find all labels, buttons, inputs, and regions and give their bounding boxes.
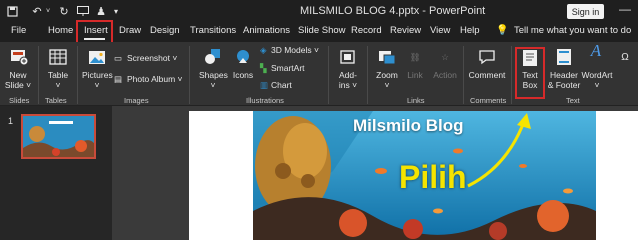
addins-button[interactable]: Add- ins ˅ [334,70,362,90]
group-label-tables: Tables [45,96,67,105]
tab-transitions[interactable]: Transitions [190,25,236,36]
title-bar: ↶ ˅ ↻ ♟ ▾ MILSMILO BLOG 4.pptx - PowerPo… [0,0,638,22]
chart-icon: ▥ [260,80,269,90]
table-icon [48,48,68,68]
zoom-dropdown-label: ˅ [384,80,390,90]
comment-icon [477,48,497,68]
3d-models-button[interactable]: 3D Models ˅ [271,45,319,55]
action-button[interactable]: Action [430,70,460,80]
minimize-button[interactable]: — [619,2,631,16]
screenshot-button[interactable]: Screenshot ˅ [127,53,177,63]
group-label-comments: Comments [470,96,507,105]
shapes-dropdown-label: ˅ [210,80,216,90]
tab-file[interactable]: File [11,25,26,36]
smartart-icon: ▚ [260,63,267,73]
slide-callout-text[interactable]: Pilih [399,159,467,196]
group-separator [463,46,464,104]
group-label-slides: Slides [9,96,30,105]
group-separator [77,46,78,104]
accessibility-icon[interactable]: ♟ [94,0,108,22]
tab-record[interactable]: Record [351,25,382,36]
smartart-button[interactable]: SmartArt [271,63,305,73]
lightbulb-icon: 💡 [496,25,509,36]
zoom-label: Zoom [376,70,398,80]
header-footer-icon [555,48,573,68]
group-separator [367,46,368,104]
group-separator [511,46,512,104]
tab-view[interactable]: View [430,25,450,36]
wordart-label: WordArt [581,70,613,80]
text-box-highlight [515,47,545,99]
screenshot-icon: ▭ [114,53,123,63]
new-slide-button[interactable]: New Slide ˅ [2,70,34,90]
comment-button[interactable]: Comment [466,70,508,80]
undo-icon[interactable]: ↶ [30,0,44,22]
thumbnail-reef-image [23,116,94,157]
tell-me-search[interactable]: Tell me what you want to do [514,25,631,36]
tab-review[interactable]: Review [390,25,421,36]
group-label-images: Images [124,96,149,105]
redo-icon[interactable]: ↻ [57,0,71,22]
group-separator [38,46,39,104]
link-button[interactable]: Link [403,70,427,80]
zoom-button[interactable]: Zoom ˅ [372,70,402,90]
tab-help[interactable]: Help [460,25,480,36]
new-slide-icon [8,48,30,68]
equation-icon[interactable]: Ω [617,53,633,63]
table-button[interactable]: Table ˅ [44,70,72,90]
tab-animations[interactable]: Animations [243,25,290,36]
photo-album-button[interactable]: Photo Album ˅ [127,74,183,84]
document-title: MILSMILO BLOG 4.pptx - PowerPoint [300,5,486,17]
icons-icon [233,48,253,68]
addins-label-1: Add- [339,70,357,80]
present-from-beginning-icon[interactable] [76,0,90,22]
wordart-button[interactable]: WordArt ˅ [580,70,614,90]
slide-thumbnail[interactable] [21,114,96,159]
shapes-label: Shapes [199,70,228,80]
addins-icon [338,48,358,68]
pictures-button[interactable]: Pictures ˅ [82,70,113,90]
group-label-text: Text [566,96,580,105]
link-icon: ⛓ [409,52,421,62]
action-icon: ☆ [441,52,449,62]
header-footer-label-1: Header [550,70,578,80]
photo-album-icon: ▤ [114,74,123,84]
tab-slide-show[interactable]: Slide Show [298,25,346,36]
header-footer-label-2: & Footer [547,80,581,90]
group-label-links: Links [407,96,425,105]
slide-title[interactable]: Milsmilo Blog [353,116,464,136]
slide-number: 1 [8,116,14,126]
icons-button[interactable]: Icons [230,70,256,80]
pictures-label: Pictures [82,70,113,80]
group-separator [328,46,329,104]
pictures-dropdown-label: ˅ [94,80,100,90]
header-footer-button[interactable]: Header & Footer [546,70,582,90]
table-label: Table [47,70,69,80]
table-dropdown-label: ˅ [55,80,61,90]
sign-in-button[interactable]: Sign in [567,4,604,19]
group-separator [189,46,190,104]
insert-tab-highlight [76,20,113,44]
addins-label-2: ins ˅ [338,80,358,90]
chart-button[interactable]: Chart [271,80,292,90]
wordart-dropdown-label: ˅ [594,80,600,90]
powerpoint-window: ↶ ˅ ↻ ♟ ▾ MILSMILO BLOG 4.pptx - PowerPo… [0,0,638,240]
undo-dropdown-icon[interactable]: ˅ [44,0,52,22]
pictures-icon [87,48,107,68]
new-slide-label-1: New [9,70,27,80]
shapes-icon [203,48,223,68]
group-label-illustrations: Illustrations [246,96,284,105]
tab-home[interactable]: Home [48,25,73,36]
tab-design[interactable]: Design [150,25,180,36]
new-slide-label-2: Slide ˅ [4,80,32,90]
save-icon[interactable] [5,0,19,22]
zoom-icon [377,48,397,68]
3d-models-icon: ◈ [260,45,267,55]
shapes-button[interactable]: Shapes ˅ [199,70,228,90]
customize-quick-access-icon[interactable]: ▾ [111,0,121,22]
wordart-icon: A [590,41,602,60]
tab-draw[interactable]: Draw [119,25,141,36]
